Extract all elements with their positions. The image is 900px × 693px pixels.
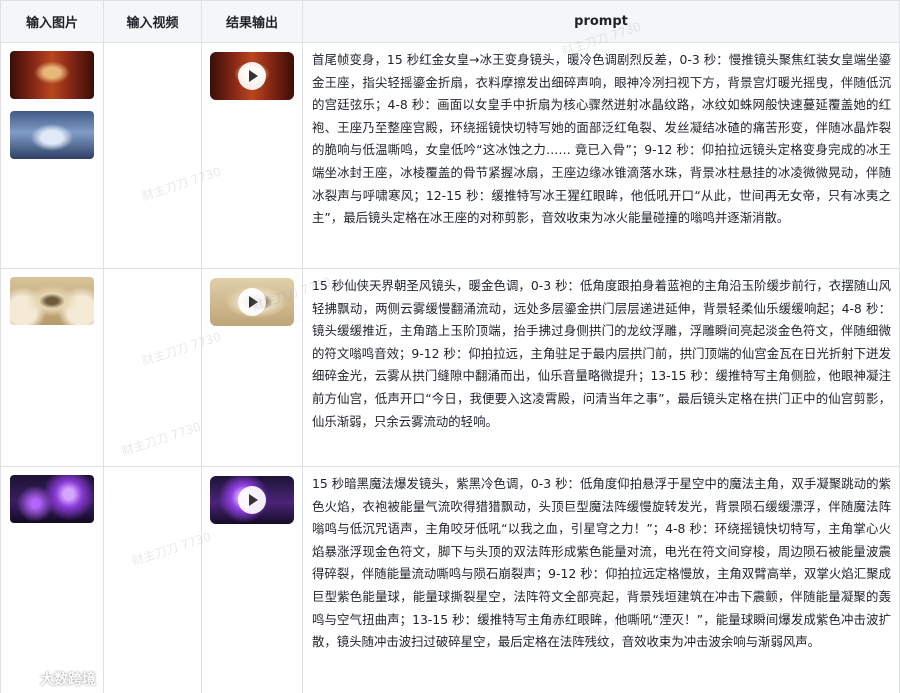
input-video-cell bbox=[104, 269, 202, 466]
table-row: 15 秒仙侠天界朝圣风镜头，暖金色调，0-3 秒：低角度跟拍身着蓝袍的主角沿玉阶… bbox=[0, 269, 900, 467]
input-image-thumbnail[interactable] bbox=[10, 475, 94, 523]
header-input-image: 输入图片 bbox=[0, 1, 104, 42]
brand-logo: 大数跨境 bbox=[6, 668, 96, 690]
result-video-thumbnail[interactable] bbox=[210, 278, 294, 326]
prompt-table: 输入图片 输入视频 结果输出 prompt 首尾帧变身，15 秒红金女皇→冰王变… bbox=[0, 0, 900, 693]
input-image-cell bbox=[0, 269, 104, 466]
input-video-cell bbox=[104, 467, 202, 693]
input-image-thumbnail[interactable] bbox=[10, 111, 94, 159]
play-icon[interactable] bbox=[238, 486, 266, 514]
header-input-video: 输入视频 bbox=[104, 1, 202, 42]
header-prompt: prompt bbox=[303, 1, 900, 42]
play-icon[interactable] bbox=[238, 62, 266, 90]
result-output-cell bbox=[202, 467, 303, 693]
prompt-text: 15 秒仙侠天界朝圣风镜头，暖金色调，0-3 秒：低角度跟拍身着蓝袍的主角沿玉阶… bbox=[303, 269, 900, 466]
result-output-cell bbox=[202, 269, 303, 466]
table-header: 输入图片 输入视频 结果输出 prompt bbox=[0, 1, 900, 43]
result-output-cell bbox=[202, 43, 303, 268]
input-image-thumbnail[interactable] bbox=[10, 277, 94, 325]
brand-name: 大数跨境 bbox=[40, 672, 96, 688]
play-icon[interactable] bbox=[238, 288, 266, 316]
table-row: 首尾帧变身，15 秒红金女皇→冰王变身镜头，暖冷色调剧烈反差，0-3 秒：慢推镜… bbox=[0, 43, 900, 269]
brand-logo-icon bbox=[6, 669, 36, 689]
result-video-thumbnail[interactable] bbox=[210, 52, 294, 100]
input-image-cell bbox=[0, 467, 104, 693]
prompt-text: 15 秒暗黑魔法爆发镜头，紫黑冷色调，0-3 秒：低角度仰拍悬浮于星空中的魔法主… bbox=[303, 467, 900, 693]
prompt-text: 首尾帧变身，15 秒红金女皇→冰王变身镜头，暖冷色调剧烈反差，0-3 秒：慢推镜… bbox=[303, 43, 900, 268]
input-video-cell bbox=[104, 43, 202, 268]
header-result-output: 结果输出 bbox=[202, 1, 303, 42]
input-image-thumbnail[interactable] bbox=[10, 51, 94, 99]
table-row: 15 秒暗黑魔法爆发镜头，紫黑冷色调，0-3 秒：低角度仰拍悬浮于星空中的魔法主… bbox=[0, 467, 900, 693]
input-image-cell bbox=[0, 43, 104, 268]
result-video-thumbnail[interactable] bbox=[210, 476, 294, 524]
